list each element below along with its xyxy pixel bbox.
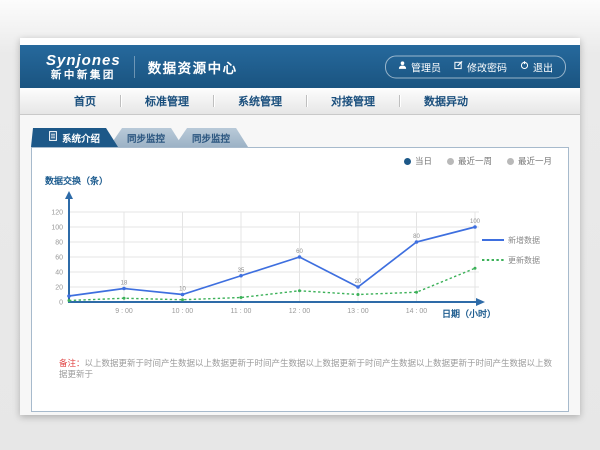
tab-label: 同步监控 <box>192 131 230 145</box>
tab-label: 系统介绍 <box>62 131 100 145</box>
page-title: 数据资源中心 <box>148 57 238 77</box>
range-option-label: 最近一月 <box>518 155 552 167</box>
data-point <box>240 296 243 299</box>
tab-strip: 系统介绍 同步监控 同步监控 <box>31 128 248 147</box>
y-tick-label: 40 <box>55 270 63 277</box>
x-axis-title: 日期（小时） <box>442 308 496 319</box>
tab-sync-monitor-1[interactable]: 同步监控 <box>109 128 183 147</box>
data-point <box>123 297 126 300</box>
data-point <box>239 274 243 278</box>
logout-label: 退出 <box>533 59 553 74</box>
content-area: 系统介绍 同步监控 同步监控 当日 最近一周 <box>20 115 580 415</box>
radio-unselected-icon <box>447 158 454 165</box>
tab-sync-monitor-2[interactable]: 同步监控 <box>174 128 248 147</box>
range-option-today[interactable]: 当日 <box>404 155 432 167</box>
person-icon <box>398 61 407 73</box>
y-tick-label: 60 <box>55 255 63 262</box>
nav-item-system-management[interactable]: 系统管理 <box>214 93 306 109</box>
main-nav: 首页 标准管理 系统管理 对接管理 数据异动 <box>20 88 580 115</box>
time-range-filter: 当日 最近一周 最近一月 <box>404 155 552 167</box>
y-tick-label: 80 <box>55 240 63 247</box>
footnote-prefix: 备注： <box>59 358 85 368</box>
legend-label: 新增数据 <box>508 235 540 245</box>
y-tick-label: 120 <box>51 210 63 217</box>
data-point-label: 100 <box>470 219 481 225</box>
data-point <box>68 299 71 302</box>
brand-logo-text: Synjones <box>46 53 121 68</box>
data-point-label: 60 <box>296 249 303 255</box>
chart-panel: 当日 最近一周 最近一月 0 20 40 60 80 100 120 9 : 00 10 : 0… <box>31 147 569 412</box>
edit-icon <box>454 61 463 73</box>
tab-system-intro[interactable]: 系统介绍 <box>31 128 118 147</box>
data-point <box>298 255 302 259</box>
change-password-label: 修改密码 <box>467 59 507 74</box>
series-line-1 <box>69 268 475 300</box>
range-option-label: 最近一周 <box>458 155 492 167</box>
radio-selected-icon <box>404 158 411 165</box>
footnote-body: 以上数据更新于时间产生数据以上数据更新于时间产生数据以上数据更新于时间产生数据以… <box>59 358 552 379</box>
power-icon <box>520 61 529 73</box>
data-point-label: 10 <box>179 287 186 293</box>
data-point <box>298 289 301 292</box>
y-tick-label: 0 <box>59 300 63 307</box>
data-point-label: 20 <box>355 279 362 285</box>
desktop-background: { "brand": { "logo_primary": "Synjones",… <box>0 0 600 450</box>
data-point-label: 18 <box>121 281 128 287</box>
app-window: Synjones 新中新集团 数据资源中心 管理员 修改密码 <box>20 38 580 415</box>
admin-user-label: 管理员 <box>411 59 441 74</box>
radio-unselected-icon <box>507 158 514 165</box>
footnote: 备注：以上数据更新于时间产生数据以上数据更新于时间产生数据以上数据更新于时间产生… <box>59 358 560 380</box>
nav-item-data-change[interactable]: 数据异动 <box>400 93 492 109</box>
data-point <box>122 287 126 291</box>
range-option-label: 当日 <box>415 155 432 167</box>
data-point <box>357 293 360 296</box>
x-tick-label: 13 : 00 <box>347 308 369 315</box>
data-point <box>181 293 185 297</box>
data-point <box>473 225 477 229</box>
y-axis-arrow-icon <box>65 191 73 199</box>
x-tick-label: 12 : 00 <box>289 308 311 315</box>
y-tick-label: 20 <box>55 285 63 292</box>
range-option-last-month[interactable]: 最近一月 <box>507 155 552 167</box>
brand-logo-subtext: 新中新集团 <box>46 70 121 81</box>
app-header: Synjones 新中新集团 数据资源中心 管理员 修改密码 <box>20 45 580 88</box>
y-tick-label: 100 <box>51 225 63 232</box>
x-tick-label: 10 : 00 <box>172 308 194 315</box>
user-toolbar: 管理员 修改密码 退出 <box>385 55 566 78</box>
y-axis-title: 数据交换（条） <box>45 175 108 186</box>
admin-user-button[interactable]: 管理员 <box>398 59 441 74</box>
line-chart: 0 20 40 60 80 100 120 9 : 00 10 : 00 11 : 00 12 : … <box>32 148 568 348</box>
data-point <box>181 298 184 301</box>
data-point <box>474 267 477 270</box>
data-point <box>356 285 360 289</box>
data-point-label: 80 <box>413 234 420 240</box>
nav-item-home[interactable]: 首页 <box>50 93 120 109</box>
data-point <box>415 291 418 294</box>
x-axis-arrow-icon <box>476 298 485 306</box>
nav-item-standard-management[interactable]: 标准管理 <box>121 93 213 109</box>
x-tick-label: 11 : 00 <box>231 308 252 315</box>
x-tick-label: 9 : 00 <box>115 308 133 315</box>
logout-button[interactable]: 退出 <box>520 59 553 74</box>
document-icon <box>49 131 57 144</box>
x-tick-label: 14 : 00 <box>406 308 428 315</box>
brand-logo: Synjones 新中新集团 <box>46 53 121 81</box>
change-password-button[interactable]: 修改密码 <box>454 59 507 74</box>
legend-label: 更新数据 <box>508 255 540 265</box>
data-point <box>67 294 71 298</box>
nav-item-interface-management[interactable]: 对接管理 <box>307 93 399 109</box>
range-option-last-week[interactable]: 最近一周 <box>447 155 492 167</box>
data-point-label: 35 <box>238 268 245 274</box>
header-divider <box>134 56 135 78</box>
tab-label: 同步监控 <box>127 131 165 145</box>
data-point <box>415 240 419 244</box>
